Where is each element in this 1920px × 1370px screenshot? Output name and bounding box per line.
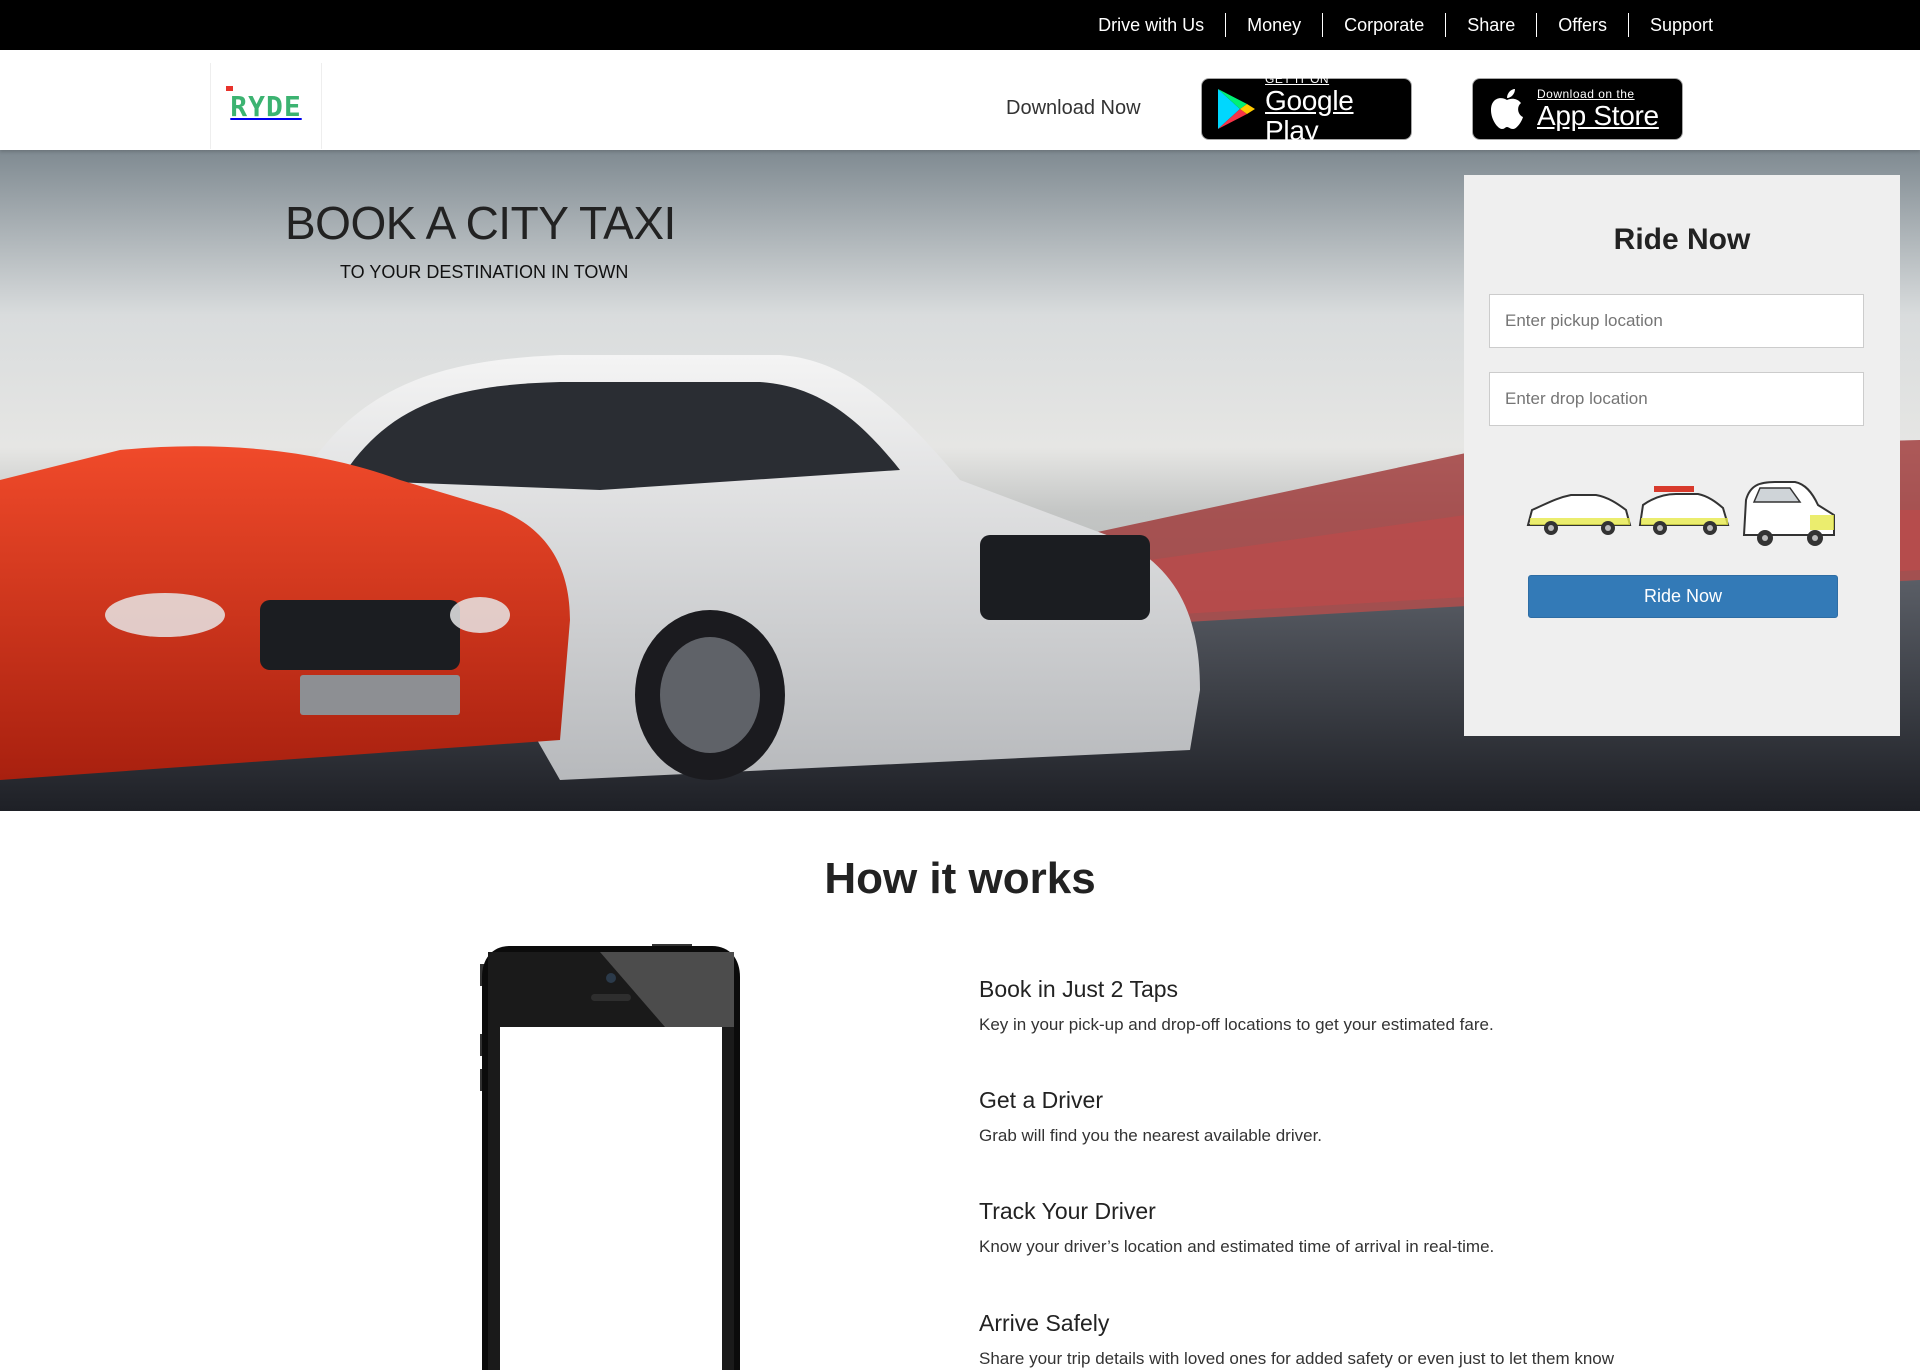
google-play-big-text: Google Play [1265, 85, 1354, 146]
hero-subtitle: TO YOUR DESTINATION IN TOWN [340, 262, 629, 282]
nav-link-corporate[interactable]: Corporate [1322, 13, 1445, 37]
download-now-label: Download Now [1006, 97, 1141, 119]
step-title: Get a Driver [979, 1087, 1103, 1113]
nav-link-offers[interactable]: Offers [1536, 13, 1628, 37]
logo-wordmark: RYDE [230, 89, 302, 123]
ride-now-button[interactable]: Ride Now [1528, 575, 1838, 618]
step-get-a-driver: Get a Driver Grab will find you the near… [979, 1086, 1699, 1147]
app-store-big-text: App Store [1537, 100, 1659, 131]
site-header: RYDE Download Now GET IT ON Google Play … [0, 50, 1920, 150]
step-track-your-driver: Track Your Driver Know your driver’s loc… [979, 1197, 1699, 1258]
car-type-options[interactable] [1526, 480, 1836, 550]
google-play-icon [1214, 87, 1257, 131]
google-play-small-text: GET IT ON [1265, 72, 1330, 86]
drop-location-input[interactable] [1489, 372, 1864, 426]
top-nav: Drive with Us Money Corporate Share Offe… [1077, 0, 1713, 50]
pickup-location-input[interactable] [1489, 294, 1864, 348]
hero-title: BOOK A CITY TAXI [285, 197, 676, 249]
nav-link-support[interactable]: Support [1627, 13, 1713, 37]
sedan-icon[interactable] [1526, 494, 1632, 535]
logo-text: RYDE [226, 85, 302, 123]
hatchback-icon[interactable] [1742, 481, 1835, 546]
step-title: Book in Just 2 Taps [979, 976, 1179, 1002]
google-play-button[interactable]: GET IT ON Google Play [1201, 72, 1412, 146]
top-nav-bar: Drive with Us Money Corporate Share Offe… [0, 0, 1920, 50]
phone-mockup-image [480, 944, 740, 1370]
ride-panel-title: Ride Now [1613, 223, 1751, 256]
nav-link-share[interactable]: Share [1445, 13, 1536, 37]
nav-link-money[interactable]: Money [1225, 13, 1322, 37]
ride-now-panel: Ride Now Enter pickup location Enter dro… [1464, 175, 1900, 736]
step-book-in-2-taps: Book in Just 2 Taps Key in your pick-up … [979, 975, 1699, 1036]
how-it-works-title: How it works [824, 854, 1096, 903]
step-text: Grab will find you the nearest available… [979, 1126, 1323, 1145]
step-text: Key in your pick-up and drop-off locatio… [979, 1015, 1494, 1034]
nav-link-drive-with-us[interactable]: Drive with Us [1077, 13, 1225, 37]
taxi-icon[interactable] [1638, 486, 1730, 535]
apple-icon [1485, 87, 1529, 131]
step-title: Track Your Driver [979, 1198, 1156, 1224]
step-arrive-safely: Arrive Safely Share your trip details wi… [979, 1309, 1699, 1370]
app-store-small-text: Download on the [1537, 87, 1635, 101]
site-logo[interactable]: RYDE [210, 63, 322, 149]
step-title: Arrive Safely [979, 1310, 1110, 1336]
hero-section: BOOK A CITY TAXI TO YOUR DESTINATION IN … [0, 150, 1920, 811]
step-text: Share your trip details with loved ones … [979, 1349, 1615, 1368]
app-store-button[interactable]: Download on the App Store [1472, 78, 1683, 140]
step-text: Know your driver’s location and estimate… [979, 1237, 1495, 1256]
